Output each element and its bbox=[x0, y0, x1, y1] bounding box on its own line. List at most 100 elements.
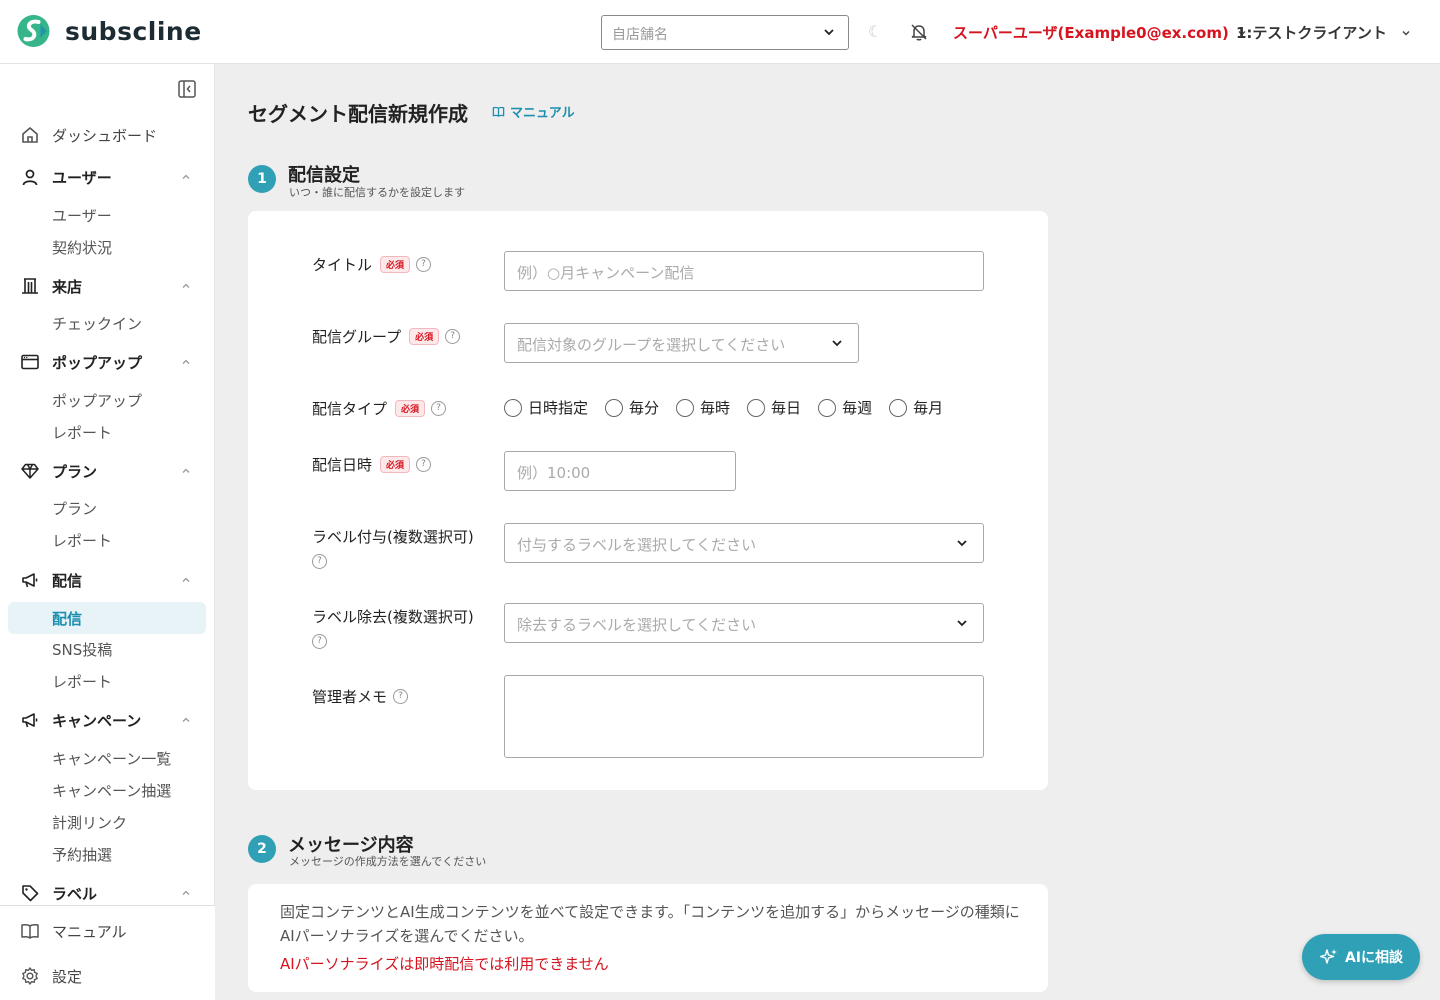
help-icon[interactable]: ? bbox=[312, 634, 327, 649]
group-select[interactable]: 配信対象のグループを選択してください bbox=[504, 323, 859, 363]
sparkle-icon bbox=[1319, 949, 1337, 964]
sidebar-item-users[interactable]: ユーザー bbox=[52, 205, 112, 226]
help-icon[interactable]: ? bbox=[445, 329, 461, 344]
brand-name: subscline bbox=[65, 16, 202, 46]
sidebar-item-delivery[interactable]: 配信 bbox=[8, 602, 206, 634]
sidebar-item-dashboard[interactable]: ダッシュボード bbox=[20, 123, 157, 147]
ai-consult-button[interactable]: AIに相談 bbox=[1302, 934, 1420, 980]
book-open-icon bbox=[21, 923, 39, 939]
sidebar-item-contracts[interactable]: 契約状況 bbox=[52, 237, 112, 258]
help-icon[interactable]: ? bbox=[393, 689, 409, 704]
sidebar-item-sns-post[interactable]: SNS投稿 bbox=[52, 639, 112, 660]
radio-specific-datetime[interactable]: 日時指定 bbox=[504, 397, 588, 418]
help-icon[interactable]: ? bbox=[416, 257, 432, 272]
radio-every-day[interactable]: 毎日 bbox=[747, 397, 801, 418]
moon-icon[interactable]: ☾ bbox=[868, 22, 882, 41]
section-subtitle: メッセージの作成方法を選んでください bbox=[289, 855, 487, 868]
required-badge: 必須 bbox=[380, 456, 411, 473]
megaphone-icon bbox=[22, 573, 38, 588]
radio-circle bbox=[818, 398, 837, 417]
sidebar-item-popup[interactable]: ポップアップ bbox=[52, 390, 142, 411]
window-icon bbox=[21, 354, 39, 370]
field-label-text: 管理者メモ bbox=[312, 688, 388, 706]
chevron-up-icon bbox=[182, 890, 190, 895]
sidebar-item-campaign-lottery[interactable]: キャンペーン抽選 bbox=[52, 780, 171, 801]
client-menu[interactable]: 1:テストクライアント bbox=[1236, 22, 1411, 43]
label-add-select-placeholder: 付与するラベルを選択してください bbox=[517, 536, 757, 554]
sidebar-item-checkin[interactable]: チェックイン bbox=[52, 313, 142, 334]
title-input[interactable]: 例）○月キャンペーン配信 bbox=[504, 251, 984, 291]
sidebar-item-reservation-lottery[interactable]: 予約抽選 bbox=[52, 844, 112, 865]
sidebar-group-label: キャンペーン bbox=[52, 711, 142, 730]
user-menu[interactable]: スーパーユーザ(Example0@ex.com) bbox=[953, 22, 1247, 43]
radio-every-minute[interactable]: 毎分 bbox=[605, 397, 659, 418]
field-label-text: 配信グループ bbox=[312, 328, 402, 346]
help-icon[interactable]: ? bbox=[416, 457, 432, 472]
radio-label: 日時指定 bbox=[528, 399, 589, 417]
gear-icon bbox=[22, 967, 38, 985]
sidebar-group-label[interactable]: ラベル bbox=[20, 881, 190, 905]
home-icon bbox=[22, 126, 38, 143]
ai-warning-text: AIパーソナライズは即時配信では利用できません bbox=[280, 955, 609, 973]
memo-field-label: 管理者メモ ? bbox=[312, 686, 409, 707]
sidebar-group-campaign[interactable]: キャンペーン bbox=[20, 708, 190, 732]
help-icon[interactable]: ? bbox=[312, 554, 327, 569]
chevron-down-icon bbox=[824, 29, 834, 36]
sidebar-group-users[interactable]: ユーザー bbox=[20, 165, 190, 189]
app-header: subscline 自店舗名 ☾ スーパーユーザ(Example0@ex.com… bbox=[0, 0, 1440, 64]
label-remove-select[interactable]: 除去するラベルを選択してください bbox=[504, 603, 984, 643]
section-subtitle: いつ・誰に配信するかを設定します bbox=[289, 186, 465, 199]
radio-label: 毎日 bbox=[771, 399, 802, 417]
chevron-up-icon bbox=[182, 468, 190, 473]
sidebar-item-campaign-list[interactable]: キャンペーン一覧 bbox=[52, 748, 171, 769]
sidebar-group-label: 配信 bbox=[52, 571, 83, 590]
chevron-down-icon bbox=[832, 340, 842, 347]
sidebar-group-visits[interactable]: 来店 bbox=[20, 274, 190, 298]
sidebar-collapse-icon[interactable] bbox=[177, 79, 197, 99]
sidebar-item-settings[interactable]: 設定 bbox=[20, 964, 82, 988]
radio-every-month[interactable]: 毎月 bbox=[889, 397, 943, 418]
sidebar-footer: マニュアル 設定 bbox=[0, 905, 215, 1000]
sidebar-item-popup-report[interactable]: レポート bbox=[52, 422, 112, 443]
sidebar-group-label: ユーザー bbox=[52, 168, 112, 187]
delivery-type-radio-group: 日時指定 毎分 毎時 毎日 毎週 毎月 bbox=[504, 397, 960, 418]
sidebar-item-tracking-link[interactable]: 計測リンク bbox=[52, 812, 127, 833]
radio-every-week[interactable]: 毎週 bbox=[818, 397, 872, 418]
radio-label: 毎分 bbox=[629, 399, 660, 417]
sidebar-item-manual[interactable]: マニュアル bbox=[20, 919, 127, 943]
label-add-select[interactable]: 付与するラベルを選択してください bbox=[504, 523, 984, 563]
book-open-icon bbox=[492, 106, 505, 117]
megaphone-icon bbox=[22, 713, 38, 728]
radio-circle bbox=[504, 398, 522, 417]
required-badge: 必須 bbox=[395, 400, 426, 417]
required-badge: 必須 bbox=[409, 328, 440, 345]
sidebar-group-popup[interactable]: ポップアップ bbox=[20, 350, 190, 374]
chevron-up-icon bbox=[182, 359, 190, 364]
sidebar-item-plan-report[interactable]: レポート bbox=[52, 530, 112, 551]
store-select[interactable]: 自店舗名 bbox=[601, 15, 849, 50]
group-select-placeholder: 配信対象のグループを選択してください bbox=[517, 336, 786, 354]
sidebar-item-label: 配信 bbox=[52, 610, 83, 628]
label-remove-select-placeholder: 除去するラベルを選択してください bbox=[517, 616, 757, 634]
sidebar-item-plan[interactable]: プラン bbox=[52, 498, 97, 519]
radio-label: 毎月 bbox=[913, 399, 944, 417]
datetime-input[interactable]: 例）10:00 bbox=[504, 451, 736, 491]
sidebar-group-delivery[interactable]: 配信 bbox=[20, 568, 190, 592]
chevron-up-icon bbox=[182, 717, 190, 722]
sidebar-item-label: 設定 bbox=[52, 967, 83, 986]
sidebar-item-label: ダッシュボード bbox=[52, 126, 158, 145]
sidebar-item-delivery-report[interactable]: レポート bbox=[52, 671, 112, 692]
help-icon[interactable]: ? bbox=[431, 401, 447, 416]
bell-off-icon[interactable] bbox=[909, 22, 929, 42]
brand-logo[interactable]: subscline bbox=[16, 14, 202, 48]
chevron-up-icon bbox=[182, 577, 190, 582]
tag-icon bbox=[22, 885, 39, 902]
manual-link[interactable]: マニュアル bbox=[492, 102, 575, 121]
step-number-badge: 2 bbox=[248, 835, 276, 863]
radio-every-hour[interactable]: 毎時 bbox=[676, 397, 730, 418]
message-description: 固定コンテンツとAI生成コンテンツを並べて設定できます。「コンテンツを追加する」… bbox=[280, 903, 1020, 945]
chevron-down-icon bbox=[1402, 30, 1410, 35]
datetime-field-label: 配信日時 必須 ? bbox=[312, 454, 432, 475]
sidebar-group-plan[interactable]: プラン bbox=[20, 459, 190, 483]
memo-textarea[interactable] bbox=[504, 675, 984, 758]
